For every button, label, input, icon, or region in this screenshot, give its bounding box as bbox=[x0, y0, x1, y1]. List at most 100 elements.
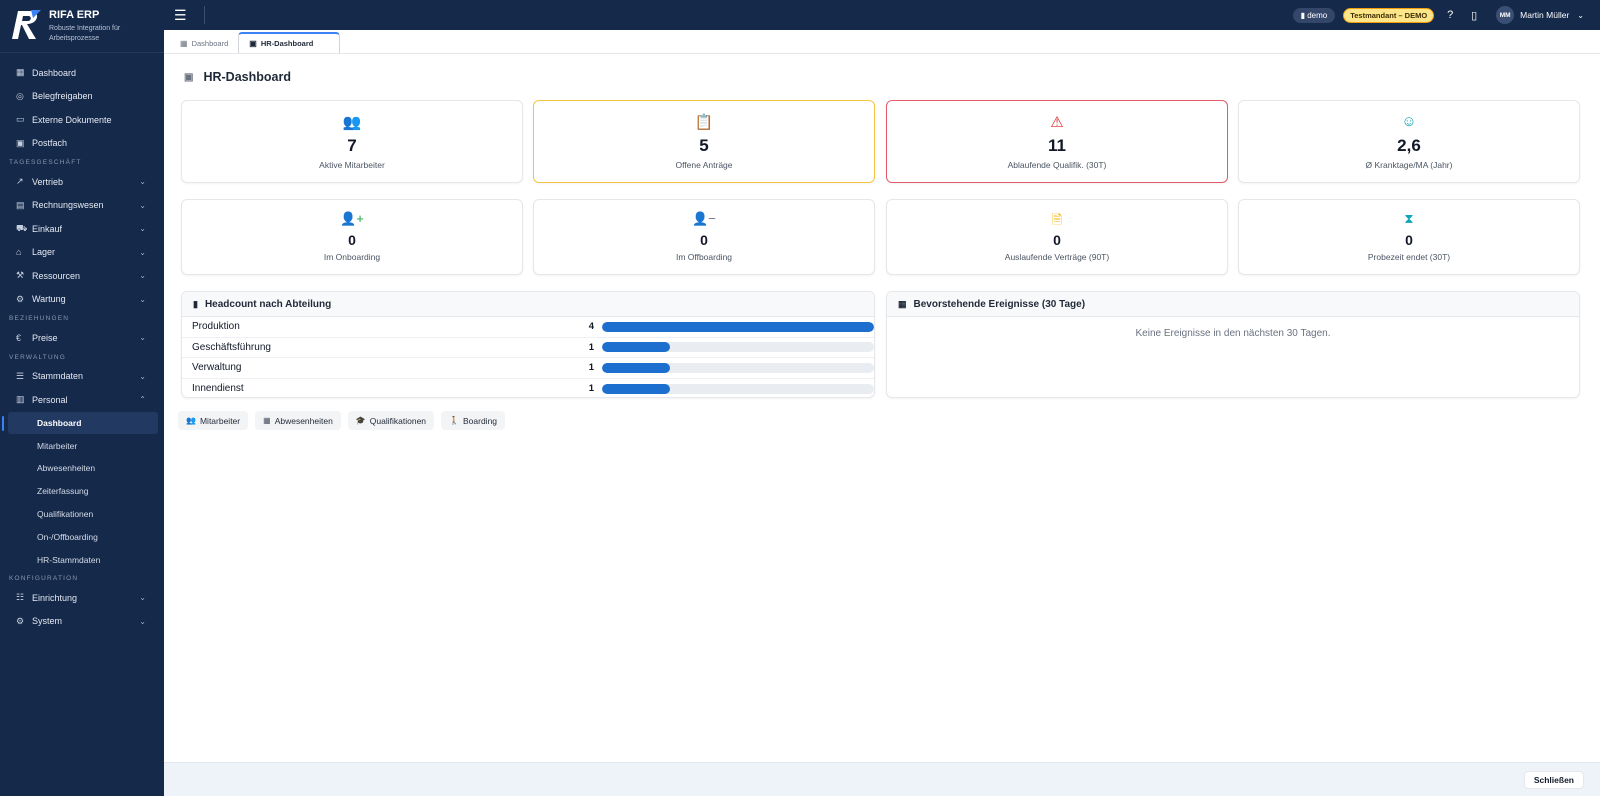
sidebar-subitem-mitarbeiter[interactable]: Mitarbeiter bbox=[8, 434, 158, 457]
user-name: Martin Müller bbox=[1520, 10, 1570, 20]
quick-link-label: Abwesenheiten bbox=[274, 415, 333, 426]
sidebar-subitem-zeiterfassung[interactable]: Zeiterfassung bbox=[8, 480, 158, 503]
sidebar-item-einrichtung[interactable]: ☷ Einrichtung ⌄ bbox=[0, 586, 164, 610]
user-menu[interactable]: MM Martin Müller ⌄ bbox=[1496, 6, 1584, 24]
chevron-down-icon: ⌄ bbox=[139, 247, 146, 257]
kpi-card-ablaufende-qualifikationen[interactable]: ⚠ 11 Ablaufende Qualifik. (30T) bbox=[886, 100, 1228, 183]
sidebar-item-label: Personal bbox=[32, 394, 68, 405]
headcount-bar bbox=[602, 362, 874, 373]
sidebar-item-belegfreigaben[interactable]: ◎ Belegfreigaben bbox=[0, 85, 164, 109]
sidebar-item-preise[interactable]: € Preise ⌄ bbox=[0, 326, 164, 350]
chevron-down-icon: ⌄ bbox=[139, 177, 146, 187]
sidebar-nav: ▦ Dashboard ◎ Belegfreigaben ▭ Externe Doku… bbox=[0, 53, 164, 633]
sidebar-subitem-label: Dashboard bbox=[37, 417, 82, 428]
kpi-card-onboarding[interactable]: 👤+ 0 Im Onboarding bbox=[181, 199, 523, 275]
sidebar-item-lager[interactable]: ⌂ Lager ⌄ bbox=[0, 241, 164, 265]
close-button[interactable]: Schließen bbox=[1523, 771, 1584, 789]
sidebar-item-label: Dashboard bbox=[32, 67, 77, 78]
users-icon: 👥 bbox=[186, 416, 196, 425]
department-count: 1 bbox=[588, 383, 594, 395]
department-name: Innendienst bbox=[192, 383, 244, 395]
headcount-bar bbox=[602, 321, 874, 332]
divider bbox=[204, 6, 205, 24]
events-panel: ▦ Bevorstehende Ereignisse (30 Tage) Kei… bbox=[886, 291, 1580, 398]
department-count: 1 bbox=[588, 341, 594, 353]
sidebar-item-ressourcen[interactable]: ⚒ Ressourcen ⌄ bbox=[0, 264, 164, 288]
kpi-card-offboarding[interactable]: 👤− 0 Im Offboarding bbox=[533, 199, 875, 275]
sidebar-item-dashboard[interactable]: ▦ Dashboard bbox=[0, 61, 164, 85]
tab-label: HR-Dashboard bbox=[260, 39, 314, 48]
section-tagesgeschaeft: TAGESGESCHÄFT bbox=[9, 159, 82, 166]
sidebar-item-stammdaten[interactable]: ☰ Stammdaten ⌄ bbox=[0, 365, 164, 389]
chevron-down-icon: ⌄ bbox=[139, 200, 146, 210]
chevron-down-icon: ⌄ bbox=[139, 371, 146, 381]
sidebar-item-personal[interactable]: ▥ Personal ⌃ bbox=[0, 388, 164, 412]
kpi-value: 0 bbox=[1405, 232, 1413, 248]
department-count: 1 bbox=[588, 362, 594, 374]
sidebar-item-system[interactable]: ⚙ System ⌄ bbox=[0, 610, 164, 634]
sidebar-item-einkauf[interactable]: ⛟ Einkauf ⌄ bbox=[0, 217, 164, 241]
sidebar-subitem-abwesenheiten[interactable]: Abwesenheiten bbox=[8, 457, 158, 480]
sidebar-item-vertrieb[interactable]: ↗ Vertrieb ⌄ bbox=[0, 170, 164, 194]
headcount-bar bbox=[602, 383, 874, 394]
sidebar-subitem-label: On-/Offboarding bbox=[37, 531, 98, 542]
quick-link-abwesenheiten[interactable]: ▦ Abwesenheiten bbox=[255, 411, 341, 430]
topbar: ☰ ▮ demo Testmandant – DEMO ? ▯ MM Marti… bbox=[164, 0, 1600, 30]
folder-icon: ▭ bbox=[16, 114, 25, 125]
quick-link-label: Qualifikationen bbox=[369, 415, 427, 426]
kpi-card-aktive-mitarbeiter[interactable]: 👥 7 Aktive Mitarbeiter bbox=[181, 100, 523, 183]
tab-hr-dashboard[interactable]: ▣ HR-Dashboard bbox=[238, 32, 341, 53]
calendar-icon: ▦ bbox=[263, 416, 271, 425]
kpi-card-kranktage[interactable]: ☺ 2,6 Ø Kranktage/MA (Jahr) bbox=[1238, 100, 1580, 183]
sidebar-item-rechnungswesen[interactable]: ▤ Rechnungswesen ⌄ bbox=[0, 194, 164, 218]
receipt-icon: ▤ bbox=[16, 199, 25, 210]
sidebar-item-label: Lager bbox=[32, 247, 56, 258]
events-title: Bevorstehende Ereignisse (30 Tage) bbox=[913, 298, 1086, 310]
cart-icon: ⛟ bbox=[16, 222, 28, 233]
chart-icon: ▣ bbox=[249, 39, 257, 48]
quick-link-qualifikationen[interactable]: 🎓 Qualifikationen bbox=[347, 411, 435, 430]
headcount-bar-fill bbox=[602, 342, 670, 353]
sidebar: RIFA ERP Robuste Integration für Arbeits… bbox=[0, 0, 164, 796]
sidebar-subitem-onoffboarding[interactable]: On-/Offboarding bbox=[8, 525, 158, 548]
sidebar-subitem-hr-stammdaten[interactable]: HR-Stammdaten bbox=[8, 548, 158, 571]
sidebar-item-label: Belegfreigaben bbox=[32, 91, 93, 102]
main-content: ▣ HR-Dashboard 👥 7 Aktive Mitarbeiter 📋 … bbox=[164, 54, 1600, 762]
section-beziehungen: BEZIEHUNGEN bbox=[9, 315, 70, 322]
sidebar-item-label: Vertrieb bbox=[32, 176, 64, 187]
tenant-selector[interactable]: ▮ demo bbox=[1292, 7, 1336, 23]
mandant-badge[interactable]: Testmandant – DEMO bbox=[1343, 7, 1435, 23]
sidebar-item-wartung[interactable]: ⚙ Wartung ⌄ bbox=[0, 288, 164, 312]
sidebar-item-externe-dokumente[interactable]: ▭ Externe Dokumente bbox=[0, 108, 164, 132]
kpi-card-auslaufende-vertraege[interactable]: 🗎 0 Auslaufende Verträge (90T) bbox=[886, 199, 1228, 275]
trend-icon: ↗ bbox=[16, 176, 24, 187]
document-icon: 🗎 bbox=[1051, 212, 1063, 227]
quick-link-boarding[interactable]: 🚶 Boarding bbox=[441, 411, 506, 430]
database-icon: ☰ bbox=[16, 370, 25, 381]
kpi-value: 0 bbox=[700, 232, 708, 248]
sidebar-subitem-label: Abwesenheiten bbox=[37, 463, 96, 474]
kpi-card-offene-antraege[interactable]: 📋 5 Offene Anträge bbox=[533, 100, 875, 183]
book-icon[interactable]: ▯ bbox=[1468, 9, 1480, 22]
avatar: MM bbox=[1496, 6, 1515, 24]
table-row: Geschäftsführung 1 bbox=[182, 338, 874, 358]
user-minus-icon: 👤− bbox=[692, 211, 716, 226]
sidebar-subitem-dashboard[interactable]: Dashboard bbox=[2, 411, 158, 435]
brand[interactable]: RIFA ERP Robuste Integration für Arbeits… bbox=[0, 0, 164, 53]
headcount-rows: Produktion 4 Geschäftsführung 1 Verwaltu… bbox=[182, 317, 874, 398]
bar-chart-icon: ▮ bbox=[193, 298, 198, 309]
users-icon: 👥 bbox=[342, 114, 362, 131]
sidebar-subitem-qualifikationen[interactable]: Qualifikationen bbox=[8, 503, 158, 526]
tab-dashboard[interactable]: ▦ Dashboard bbox=[170, 33, 238, 53]
sidebar-item-postfach[interactable]: ▣ Postfach bbox=[0, 132, 164, 156]
gear-icon: ⚙ bbox=[16, 615, 25, 626]
help-icon[interactable]: ? bbox=[1444, 9, 1456, 21]
department-count: 4 bbox=[588, 321, 594, 333]
chevron-down-icon: ⌄ bbox=[139, 224, 146, 234]
menu-toggle-icon[interactable]: ☰ bbox=[174, 7, 202, 24]
table-row: Innendienst 1 bbox=[182, 379, 874, 398]
quick-link-mitarbeiter[interactable]: 👥 Mitarbeiter bbox=[178, 411, 249, 430]
sidebar-item-label: System bbox=[32, 616, 63, 627]
kpi-card-probezeit[interactable]: ⧗ 0 Probezeit endet (30T) bbox=[1238, 199, 1580, 275]
chevron-down-icon: ⌄ bbox=[139, 616, 146, 626]
